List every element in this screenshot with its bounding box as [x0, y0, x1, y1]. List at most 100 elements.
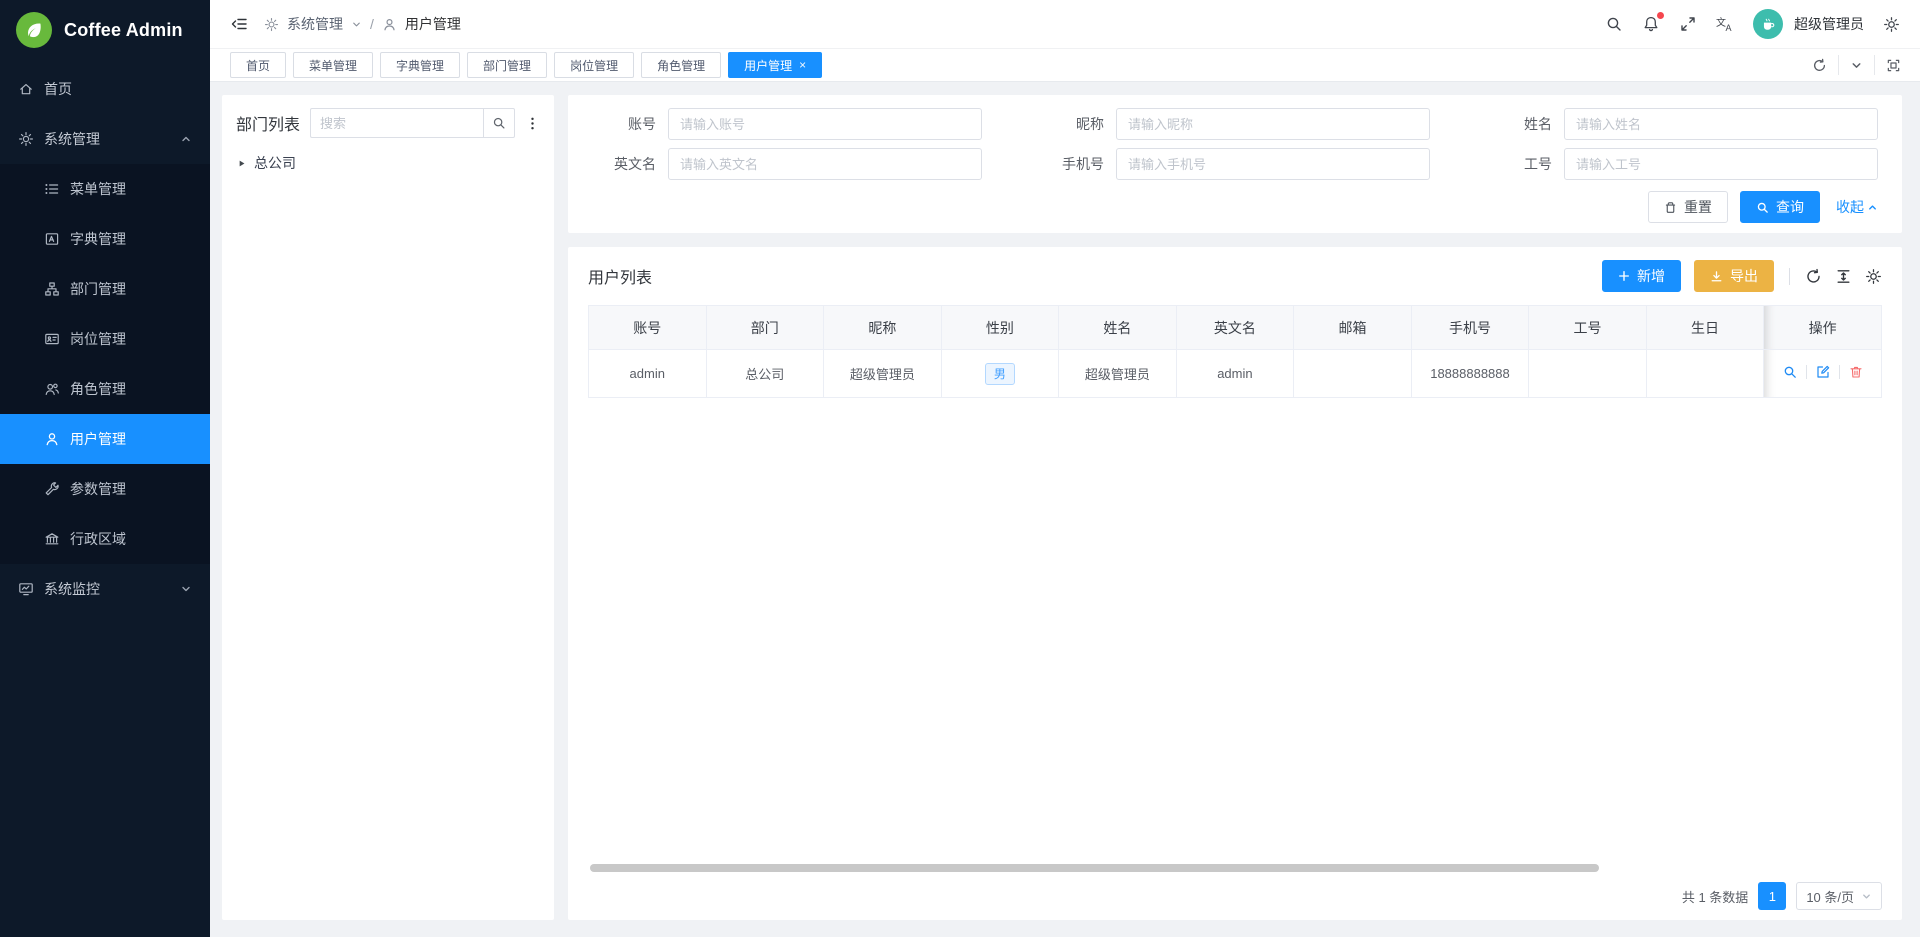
query-button[interactable]: 查询 [1740, 191, 1820, 223]
gear-icon [18, 131, 34, 147]
edit-icon[interactable] [1816, 365, 1830, 379]
wrench-icon [44, 481, 60, 497]
tab-role-mgmt[interactable]: 角色管理 [641, 52, 721, 78]
cell-birthday [1646, 350, 1764, 398]
list-icon [44, 181, 60, 197]
sidebar-item-dict-mgmt[interactable]: 字典管理 [0, 214, 210, 264]
nickname-input[interactable] [1116, 108, 1430, 140]
settings-gear-icon[interactable] [1883, 16, 1900, 33]
scrollbar-thumb[interactable] [590, 864, 1599, 872]
cell-email [1294, 350, 1412, 398]
filter-actions: 重置 查询 收起 [578, 191, 1878, 223]
query-label: 查询 [1776, 197, 1804, 217]
filter-field-en-name: 英文名 [578, 148, 982, 180]
department-search-input[interactable] [310, 108, 483, 138]
home-icon [18, 81, 34, 97]
top-header: 系统管理 / 用户管理 文A 超级管理员 [210, 0, 1920, 48]
delete-icon[interactable] [1849, 365, 1863, 379]
fullscreen-icon[interactable] [1679, 15, 1697, 33]
export-button[interactable]: 导出 [1694, 260, 1774, 292]
account-input[interactable] [668, 108, 982, 140]
svg-text:文: 文 [1716, 16, 1726, 29]
search-icon[interactable] [1605, 15, 1623, 33]
tab-close-icon[interactable]: × [799, 59, 806, 71]
current-user-name[interactable]: 超级管理员 [1794, 14, 1864, 34]
logo[interactable]: Coffee Admin [0, 0, 210, 60]
more-options-icon[interactable] [525, 116, 540, 131]
menu-fold-icon[interactable] [230, 15, 248, 33]
department-panel-title: 部门列表 [236, 111, 300, 135]
sidebar-item-label: 首页 [44, 79, 72, 99]
avatar[interactable] [1753, 9, 1783, 39]
right-column: 账号 昵称 姓名 英文名 [568, 95, 1902, 920]
notification-dot [1657, 12, 1664, 19]
row-height-icon[interactable] [1835, 268, 1852, 285]
tree-node-root[interactable]: 总公司 [236, 151, 540, 175]
tab-menu-mgmt[interactable]: 菜单管理 [293, 52, 373, 78]
column-header: 昵称 [824, 306, 942, 350]
sidebar-item-home[interactable]: 首页 [0, 64, 210, 114]
translate-icon[interactable]: 文A [1716, 15, 1734, 33]
sidebar-item-user-mgmt[interactable]: 用户管理 [0, 414, 210, 464]
sidebar-item-label: 部门管理 [70, 279, 126, 299]
total-count-text: 共 1 条数据 [1682, 887, 1748, 906]
id-badge-icon [44, 331, 60, 347]
pagination: 共 1 条数据 1 10 条/页 [588, 873, 1882, 910]
en-name-input[interactable] [668, 148, 982, 180]
column-settings-gear-icon[interactable] [1865, 268, 1882, 285]
add-button[interactable]: 新增 [1602, 260, 1681, 292]
plus-icon [1618, 270, 1630, 282]
tree-node-label: 总公司 [254, 153, 296, 173]
tab-dept-mgmt[interactable]: 部门管理 [467, 52, 547, 78]
chevron-down-icon[interactable] [1838, 55, 1874, 75]
sidebar-item-system-monitor[interactable]: 系统监控 [0, 564, 210, 614]
refresh-icon[interactable] [1801, 55, 1838, 75]
breadcrumb: 系统管理 / 用户管理 [264, 14, 461, 34]
collapse-link[interactable]: 收起 [1836, 197, 1878, 217]
cell-nickname: 超级管理员 [824, 350, 942, 398]
page-size-select[interactable]: 10 条/页 [1796, 882, 1882, 910]
tab-home[interactable]: 首页 [230, 52, 286, 78]
tab-label: 部门管理 [483, 57, 531, 74]
org-tree-icon [44, 281, 60, 297]
sidebar-item-region[interactable]: 行政区域 [0, 514, 210, 564]
phone-input[interactable] [1116, 148, 1430, 180]
chevron-down-icon [180, 583, 192, 595]
sidebar-item-label: 参数管理 [70, 479, 126, 499]
chevron-down-icon [1861, 891, 1872, 902]
sidebar-item-dept-mgmt[interactable]: 部门管理 [0, 264, 210, 314]
filter-panel: 账号 昵称 姓名 英文名 [568, 95, 1902, 233]
notification-bell-icon[interactable] [1642, 15, 1660, 33]
work-no-input[interactable] [1564, 148, 1878, 180]
tab-label: 岗位管理 [570, 57, 618, 74]
sidebar-item-param-mgmt[interactable]: 参数管理 [0, 464, 210, 514]
tab-user-mgmt[interactable]: 用户管理 × [728, 52, 822, 78]
caret-right-icon[interactable] [236, 158, 247, 169]
field-label: 账号 [578, 114, 656, 134]
refresh-icon[interactable] [1805, 268, 1822, 285]
sidebar-item-menu-mgmt[interactable]: 菜单管理 [0, 164, 210, 214]
view-detail-icon[interactable] [1783, 365, 1797, 379]
page-number-button[interactable]: 1 [1758, 882, 1786, 910]
sidebar-item-post-mgmt[interactable]: 岗位管理 [0, 314, 210, 364]
user-list-header: 用户列表 新增 导出 [588, 259, 1882, 293]
list-toolbar: 新增 导出 [1602, 260, 1882, 292]
field-label: 手机号 [1026, 154, 1104, 174]
sidebar-item-role-mgmt[interactable]: 角色管理 [0, 364, 210, 414]
field-label: 工号 [1474, 154, 1552, 174]
column-header: 性别 [941, 306, 1059, 350]
maximize-icon[interactable] [1874, 55, 1912, 75]
tab-dict-mgmt[interactable]: 字典管理 [380, 52, 460, 78]
name-input[interactable] [1564, 108, 1878, 140]
breadcrumb-level1[interactable]: 系统管理 [287, 14, 343, 34]
cell-actions [1764, 350, 1882, 398]
column-header: 英文名 [1176, 306, 1294, 350]
table-row: admin 总公司 超级管理员 男 超级管理员 admin 1888888888… [589, 350, 1882, 398]
user-icon [382, 17, 397, 32]
tab-post-mgmt[interactable]: 岗位管理 [554, 52, 634, 78]
reset-button[interactable]: 重置 [1648, 191, 1728, 223]
department-search-button[interactable] [483, 108, 515, 138]
sidebar-item-system-mgmt[interactable]: 系统管理 [0, 114, 210, 164]
breadcrumb-level2: 用户管理 [405, 14, 461, 34]
header-actions: 文A 超级管理员 [1605, 9, 1900, 39]
